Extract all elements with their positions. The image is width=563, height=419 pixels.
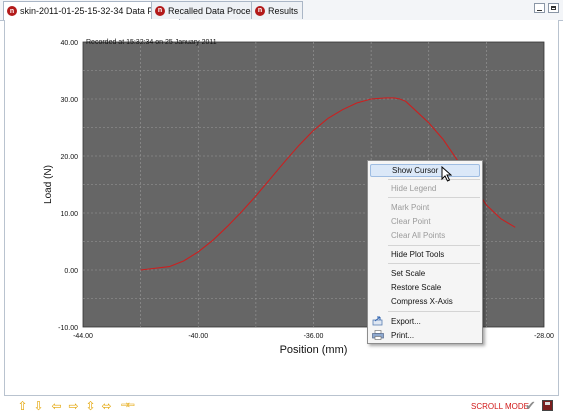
menu-separator	[388, 311, 480, 312]
menu-item-show-cursor[interactable]: Show Cursor	[370, 164, 480, 177]
x-tick-label: -28.00	[534, 333, 554, 340]
mouse-pointer-icon	[441, 166, 452, 182]
y-tick-label: 0.00	[64, 268, 78, 275]
expand-horizontal-icon[interactable]: ⬄	[100, 400, 113, 412]
checkmark-icon[interactable]: ✔	[525, 398, 536, 414]
compress-horizontal-icon[interactable]: ⇨⇦	[120, 400, 135, 412]
arrow-down-icon[interactable]: ⇩	[32, 400, 45, 412]
scroll-mode-label: SCROLL MODE	[471, 402, 529, 411]
x-axis-label: Position (mm)	[280, 344, 348, 356]
menu-item-hide-legend[interactable]: Hide Legend	[370, 182, 480, 195]
menu-item-print[interactable]: Print...	[370, 329, 480, 342]
arrow-left-icon[interactable]: ⇦	[50, 400, 63, 412]
recording-annotation: Recorded at 15:32:34 on 25 January 2011	[86, 39, 217, 46]
y-tick-label: 20.00	[60, 154, 78, 161]
y-axis-label: Load (N)	[43, 165, 54, 204]
x-tick-label: -44.00	[73, 333, 93, 340]
menu-separator	[388, 245, 480, 246]
context-menu: Show Cursor Hide Legend Mark Point Clear…	[367, 160, 483, 344]
menu-item-export[interactable]: Export...	[370, 315, 480, 328]
arrow-up-icon[interactable]: ⇧	[16, 400, 29, 412]
menu-separator	[388, 179, 480, 180]
menu-separator	[388, 197, 480, 198]
save-icon[interactable]	[542, 400, 553, 411]
y-tick-label: -10.00	[58, 325, 78, 332]
menu-item-hide-plot-tools[interactable]: Hide Plot Tools	[370, 248, 480, 261]
y-tick-label: 40.00	[60, 40, 78, 47]
menu-item-clear-point[interactable]: Clear Point	[370, 215, 480, 228]
y-tick-label: 10.00	[60, 211, 78, 218]
menu-item-set-scale[interactable]: Set Scale	[370, 267, 480, 280]
y-tick-label: 30.00	[60, 97, 78, 104]
x-tick-label: -36.00	[304, 333, 324, 340]
arrow-right-icon[interactable]: ⇨	[67, 400, 80, 412]
menu-item-compress-x-axis[interactable]: Compress X-Axis	[370, 295, 480, 308]
menu-item-restore-scale[interactable]: Restore Scale	[370, 281, 480, 294]
x-tick-label: -40.00	[188, 333, 208, 340]
menu-item-mark-point[interactable]: Mark Point	[370, 201, 480, 214]
menu-separator	[388, 263, 480, 264]
menu-item-clear-all-points[interactable]: Clear All Points	[370, 229, 480, 242]
expand-vertical-icon[interactable]: ⇳	[84, 400, 97, 412]
